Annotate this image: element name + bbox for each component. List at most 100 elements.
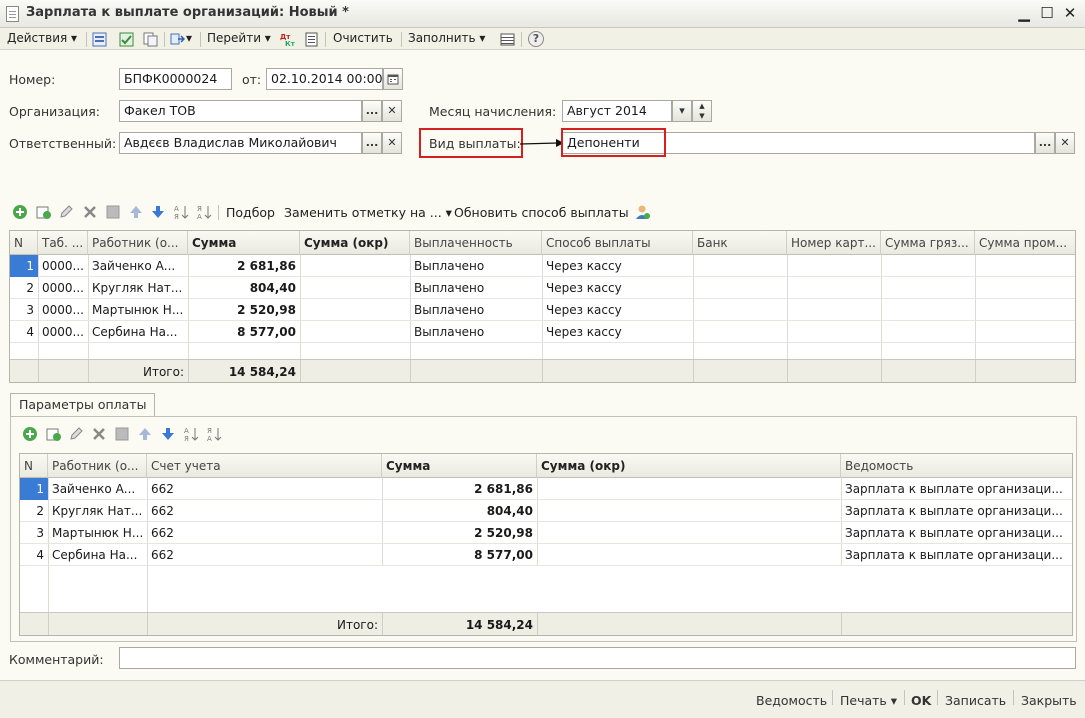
ok-button[interactable]: OK bbox=[911, 693, 931, 708]
column-header[interactable]: Способ выплаты bbox=[542, 231, 693, 255]
table-row[interactable]: 2 Кругляк Нат... 662 804,40 Зарплата к в… bbox=[20, 500, 1072, 522]
table-row[interactable]: 3 0000... Мартынюк Н... 2 520,98 Выплаче… bbox=[10, 299, 1075, 321]
end-edit-icon[interactable] bbox=[114, 426, 130, 442]
month-spin-button[interactable]: ▲ ▼ bbox=[692, 100, 712, 122]
copy-row-icon[interactable] bbox=[46, 426, 62, 442]
column-header[interactable]: Ведомость bbox=[841, 454, 1072, 478]
report-icon[interactable] bbox=[304, 32, 319, 47]
dt-kt-icon[interactable]: ДтКт bbox=[280, 32, 295, 47]
add-row-icon[interactable] bbox=[22, 426, 38, 442]
move-down-icon[interactable] bbox=[160, 426, 176, 442]
sort-asc-icon[interactable]: АЯ bbox=[173, 204, 189, 220]
save-button[interactable]: Записать bbox=[945, 693, 1006, 708]
date-label: от: bbox=[242, 72, 262, 87]
organization-clear-button[interactable]: ✕ bbox=[382, 100, 402, 122]
column-header[interactable]: Банк bbox=[693, 231, 787, 255]
responsible-clear-button[interactable]: ✕ bbox=[382, 132, 402, 154]
payment-status-cell: Выплачено bbox=[414, 259, 485, 273]
organization-field[interactable]: Факел ТОВ bbox=[119, 100, 362, 122]
table-settings-icon[interactable] bbox=[500, 32, 515, 47]
column-header[interactable]: Сумма (окр) bbox=[300, 231, 410, 255]
column-divider bbox=[693, 360, 694, 382]
help-icon[interactable]: ? bbox=[528, 31, 544, 47]
organization-select-button[interactable]: ... bbox=[362, 100, 382, 122]
column-header[interactable]: Счет учета bbox=[147, 454, 382, 478]
minimize-button[interactable]: ▁ bbox=[1013, 3, 1035, 23]
fill-menu[interactable]: Заполнить ▾ bbox=[408, 31, 485, 45]
svg-text:Я: Я bbox=[197, 205, 202, 213]
column-header[interactable]: Сумма bbox=[188, 231, 300, 255]
close-button[interactable]: ✕ bbox=[1059, 3, 1081, 23]
edit-row-icon[interactable] bbox=[68, 426, 84, 442]
post-icon[interactable] bbox=[92, 32, 107, 47]
column-header[interactable]: Выплаченность bbox=[410, 231, 542, 255]
column-header[interactable]: N bbox=[20, 454, 48, 478]
edit-row-icon[interactable] bbox=[58, 204, 74, 220]
column-header[interactable]: N bbox=[10, 231, 38, 255]
print-menu[interactable]: Печать ▾ bbox=[840, 693, 897, 708]
clear-button[interactable]: Очистить bbox=[333, 31, 393, 45]
payment-status-cell: Выплачено bbox=[414, 325, 485, 339]
payment-status-cell: Выплачено bbox=[414, 303, 485, 317]
table-row[interactable]: 3 Мартынюк Н... 662 2 520,98 Зарплата к … bbox=[20, 522, 1072, 544]
amount-cell: 804,40 bbox=[249, 281, 296, 295]
goto-menu[interactable]: Перейти ▾ bbox=[207, 31, 271, 45]
column-header[interactable]: Сумма bbox=[382, 454, 537, 478]
sort-asc-icon[interactable]: АЯ bbox=[183, 426, 199, 442]
column-header[interactable]: Таб. ... bbox=[38, 231, 88, 255]
column-header[interactable]: Сумма гряз... bbox=[881, 231, 975, 255]
rounded-amount-cell bbox=[300, 277, 410, 299]
actions-menu[interactable]: Действия ▾ bbox=[7, 31, 77, 45]
save-post-icon[interactable] bbox=[119, 32, 134, 47]
statement-button[interactable]: Ведомость bbox=[756, 693, 827, 708]
table-row[interactable]: 1 Зайченко А... 662 2 681,86 Зарплата к … bbox=[20, 478, 1072, 500]
calendar-button[interactable] bbox=[383, 68, 403, 90]
number-field[interactable]: БПФК0000024 bbox=[119, 68, 232, 90]
update-payment-method-button[interactable]: Обновить способ выплаты bbox=[454, 205, 629, 220]
close-form-button[interactable]: Закрыть bbox=[1021, 693, 1077, 708]
copy-row-icon[interactable] bbox=[36, 204, 52, 220]
move-up-icon[interactable] bbox=[128, 204, 144, 220]
column-header[interactable]: Номер карт... bbox=[787, 231, 881, 255]
column-header[interactable]: Сумма пром... bbox=[975, 231, 1075, 255]
sort-desc-icon[interactable]: ЯА bbox=[196, 204, 212, 220]
responsible-select-button[interactable]: ... bbox=[362, 132, 382, 154]
employee-cell: Мартынюк Н... bbox=[92, 303, 184, 317]
toolbar-divider bbox=[164, 32, 165, 47]
employee-cell: Сербина На... bbox=[92, 325, 178, 339]
delete-row-icon[interactable] bbox=[82, 204, 98, 220]
comment-field[interactable] bbox=[119, 647, 1076, 669]
structure-icon[interactable] bbox=[170, 32, 185, 47]
table-row[interactable]: 4 0000... Сербина На... 8 577,00 Выплаче… bbox=[10, 321, 1075, 343]
sort-desc-icon[interactable]: ЯА bbox=[206, 426, 222, 442]
date-field[interactable]: 02.10.2014 00:00:00 bbox=[266, 68, 383, 90]
table-row[interactable]: 2 0000... Кругляк Нат... 804,40 Выплачен… bbox=[10, 277, 1075, 299]
structure-dropdown-arrow[interactable]: ▾ bbox=[186, 31, 192, 45]
paytype-clear-button[interactable]: ✕ bbox=[1055, 132, 1075, 154]
accrual-month-field[interactable]: Август 2014 bbox=[562, 100, 672, 122]
select-button[interactable]: Подбор bbox=[226, 205, 275, 220]
column-header[interactable]: Сумма (окр) bbox=[537, 454, 841, 478]
responsible-field[interactable]: Авдєєв Владислав Миколайович bbox=[119, 132, 362, 154]
toolbar-divider bbox=[904, 690, 905, 705]
delete-row-icon[interactable] bbox=[91, 426, 107, 442]
amount-cell: 2 520,98 bbox=[237, 303, 296, 317]
table-row[interactable]: 1 0000... Зайченко А... 2 681,86 Выплаче… bbox=[10, 255, 1075, 277]
table-row[interactable]: 4 Сербина На... 662 8 577,00 Зарплата к … bbox=[20, 544, 1072, 566]
replace-mark-menu[interactable]: Заменить отметку на ... ▾ bbox=[284, 205, 452, 220]
month-dropdown-button[interactable]: ▾ bbox=[672, 100, 692, 122]
paytype-select-button[interactable]: ... bbox=[1035, 132, 1055, 154]
add-row-icon[interactable] bbox=[12, 204, 28, 220]
number-label: Номер: bbox=[9, 72, 56, 87]
column-header[interactable]: Работник (о... bbox=[48, 454, 147, 478]
column-header[interactable]: Работник (о... bbox=[88, 231, 188, 255]
maximize-button[interactable]: ☐ bbox=[1036, 3, 1058, 23]
calendar-icon bbox=[387, 74, 399, 85]
end-edit-icon[interactable] bbox=[105, 204, 121, 220]
move-up-icon[interactable] bbox=[137, 426, 153, 442]
copy-icon[interactable] bbox=[143, 32, 158, 47]
employee-icon[interactable] bbox=[635, 204, 651, 220]
rounded-amount-cell bbox=[537, 544, 841, 566]
tab-payment-params[interactable]: Параметры оплаты bbox=[10, 393, 155, 417]
move-down-icon[interactable] bbox=[150, 204, 166, 220]
